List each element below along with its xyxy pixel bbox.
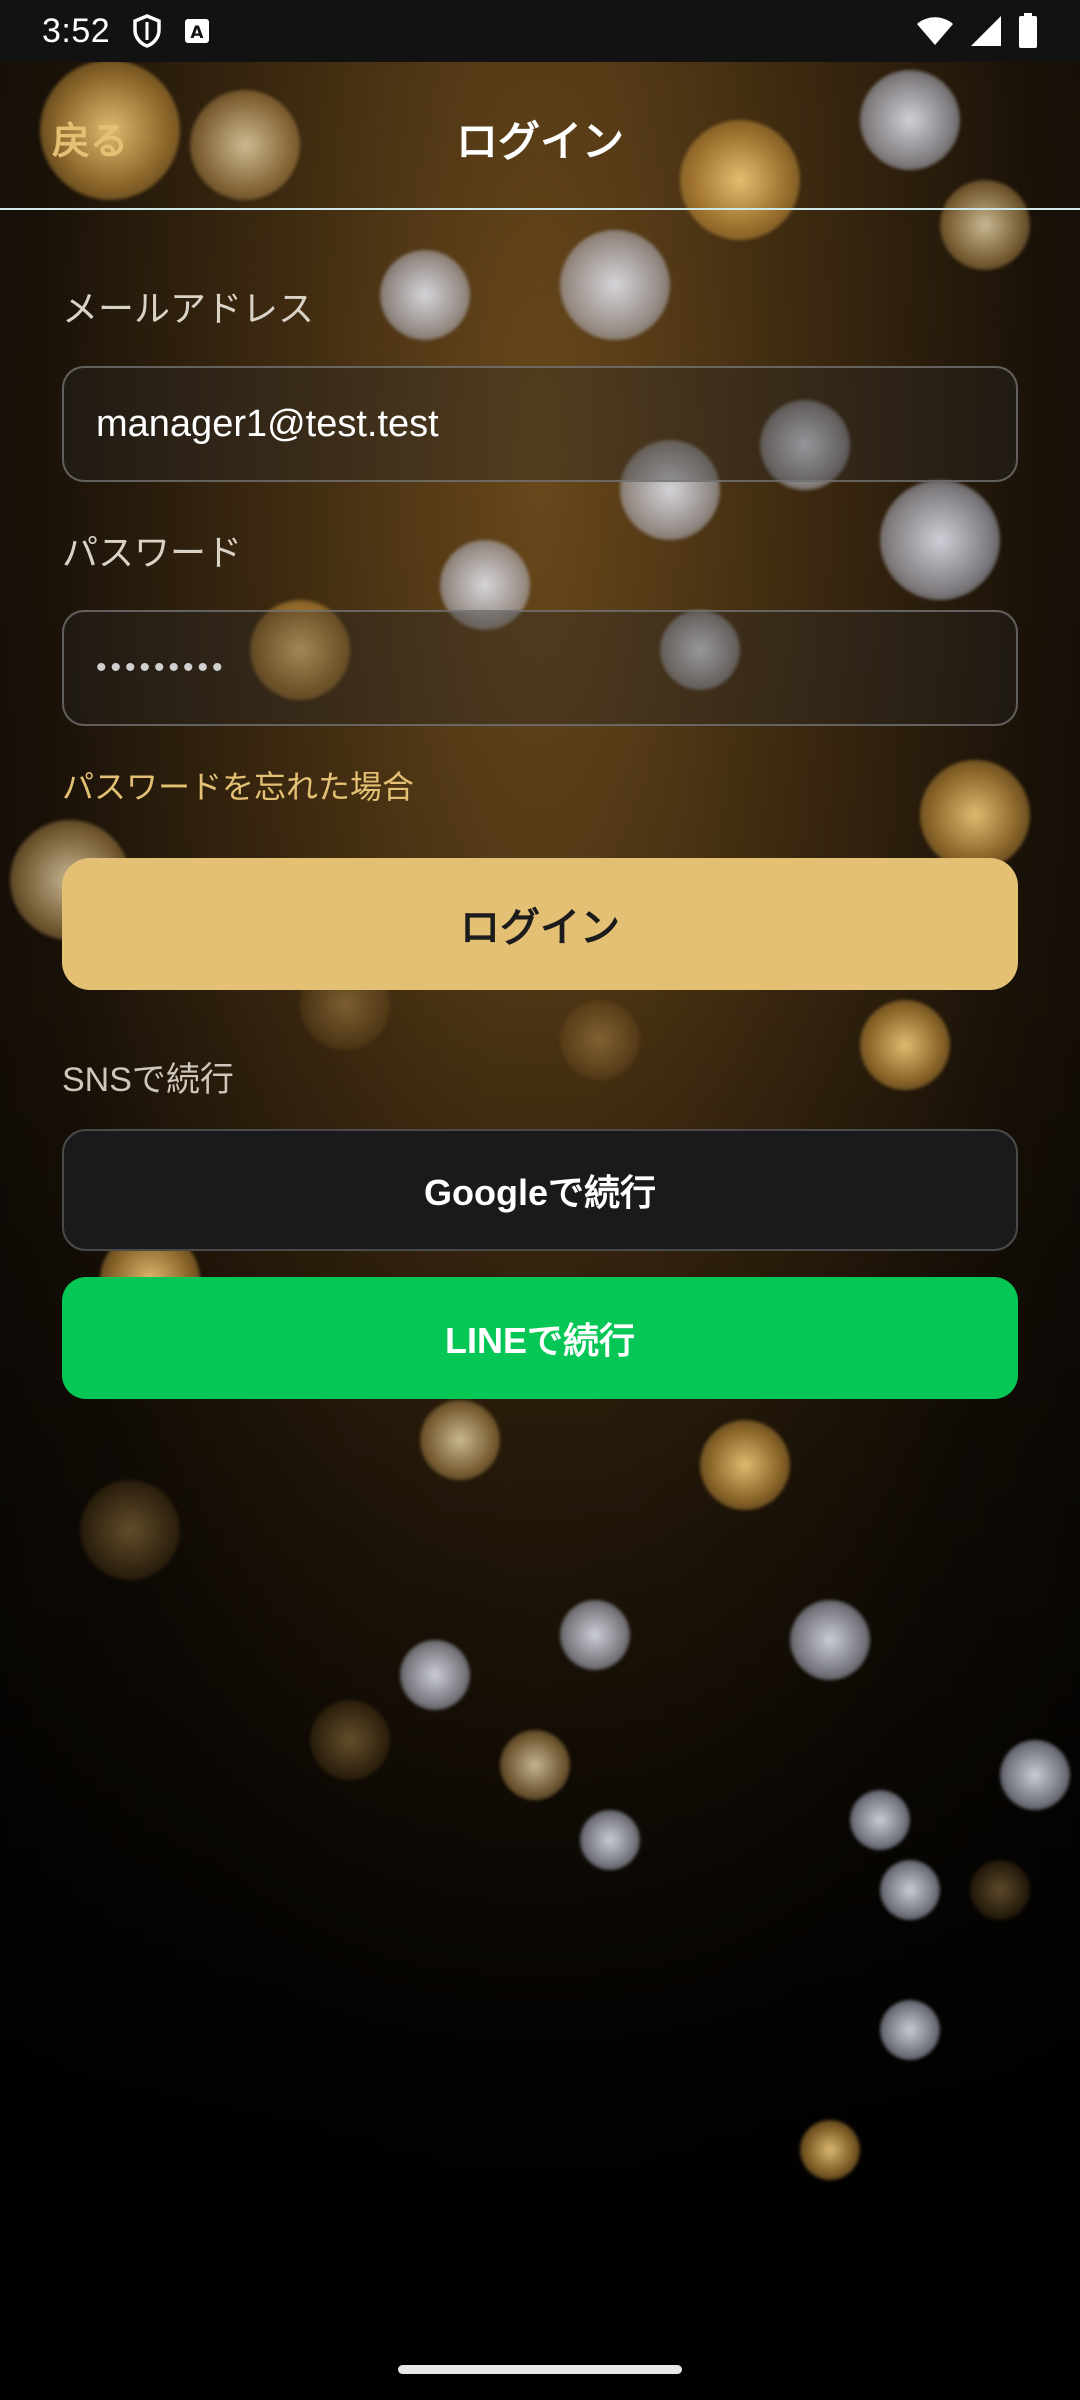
password-label: パスワード bbox=[62, 532, 243, 573]
login-button-label: ログイン bbox=[460, 906, 620, 950]
keyboard-a-icon: A bbox=[184, 18, 210, 44]
app-header: 戻る ログイン bbox=[0, 62, 1080, 210]
line-button-label: LINEで続行 bbox=[444, 1320, 635, 1361]
shield-icon bbox=[132, 14, 162, 48]
email-value: manager1@test.test bbox=[96, 402, 439, 445]
password-field[interactable]: ••••••••• bbox=[62, 610, 1018, 726]
email-field[interactable]: manager1@test.test bbox=[62, 366, 1018, 482]
login-form: メールアドレス manager1@test.test パスワード •••••••… bbox=[62, 210, 1018, 1399]
google-login-button[interactable]: Googleで続行 bbox=[62, 1129, 1018, 1251]
line-login-button[interactable]: LINEで続行 bbox=[62, 1277, 1018, 1399]
signal-icon bbox=[970, 15, 1002, 47]
password-value: ••••••••• bbox=[96, 651, 227, 684]
google-button-label: Googleで続行 bbox=[424, 1172, 656, 1213]
forgot-password-link[interactable]: パスワードを忘れた場合 bbox=[62, 762, 1018, 808]
status-bar: 3:52 A bbox=[0, 0, 1080, 62]
email-label: メールアドレス bbox=[62, 288, 315, 329]
page-title: ログイン bbox=[455, 118, 624, 165]
sns-label: SNSで続行 bbox=[62, 1061, 234, 1099]
battery-icon bbox=[1018, 13, 1038, 49]
svg-text:A: A bbox=[191, 23, 205, 43]
login-button[interactable]: ログイン bbox=[62, 858, 1018, 990]
home-indicator[interactable] bbox=[398, 2365, 682, 2374]
status-time: 3:52 bbox=[42, 11, 111, 50]
wifi-icon bbox=[916, 16, 954, 46]
